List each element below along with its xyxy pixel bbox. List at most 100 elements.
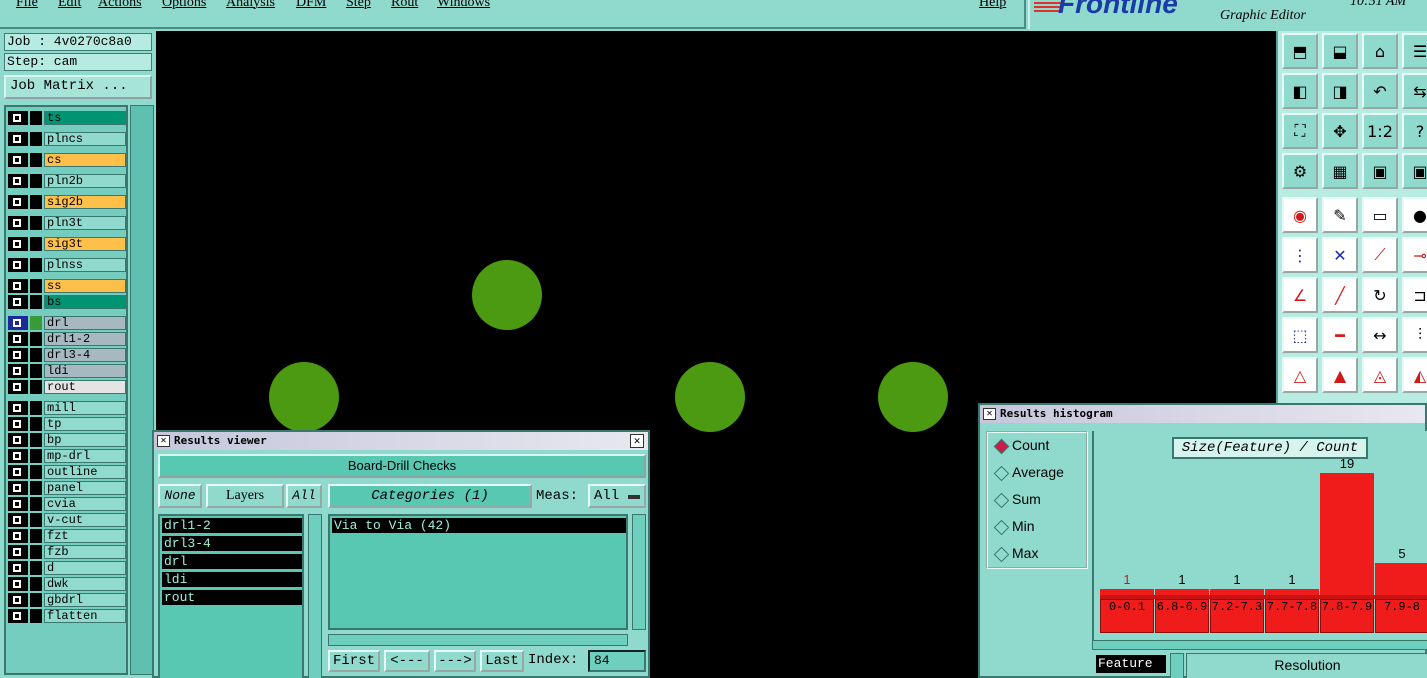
layer-checkbox[interactable]	[8, 364, 28, 378]
layer-row[interactable]: drl	[8, 316, 126, 330]
layer-color-swatch[interactable]	[30, 295, 42, 309]
connect-button[interactable]: ⋮	[1282, 237, 1318, 273]
layer-list-scrollbar[interactable]	[130, 105, 154, 675]
layer-name[interactable]: sig3t	[44, 237, 126, 251]
feature-scrollbar[interactable]	[1170, 653, 1184, 678]
mode-radio-sum[interactable]: Sum	[992, 491, 1041, 507]
layer-row[interactable]: bs	[8, 295, 126, 309]
menu-dfm[interactable]: DFM	[296, 0, 326, 11]
results-layer-item[interactable]: drl1-2	[162, 518, 302, 533]
layer-color-swatch[interactable]	[30, 316, 42, 330]
area2-button[interactable]: ◭	[1402, 357, 1427, 393]
layer-checkbox[interactable]	[8, 380, 28, 394]
layer-row[interactable]: rout	[8, 380, 126, 394]
mode-radio-count[interactable]: Count	[992, 437, 1049, 453]
layer-checkbox[interactable]	[8, 449, 28, 463]
layer-row[interactable]: dwk	[8, 577, 126, 591]
layer-name[interactable]: dwk	[44, 577, 126, 591]
layer-name[interactable]: sig2b	[44, 195, 126, 209]
layer-color-swatch[interactable]	[30, 380, 42, 394]
layer-color-swatch[interactable]	[30, 433, 42, 447]
next-button[interactable]: --->	[434, 650, 476, 672]
layer-color-swatch[interactable]	[30, 258, 42, 272]
layer-row[interactable]: ss	[8, 279, 126, 293]
layer-color-swatch[interactable]	[30, 481, 42, 495]
layer-row[interactable]: gbdrl	[8, 593, 126, 607]
layer-row[interactable]: plncs	[8, 132, 126, 146]
layer-row[interactable]: bp	[8, 433, 126, 447]
pan-right-button[interactable]: ◨	[1322, 73, 1358, 109]
pan-left-button[interactable]: ◧	[1282, 73, 1318, 109]
layer-checkbox[interactable]	[8, 195, 28, 209]
layer-row[interactable]: fzb	[8, 545, 126, 559]
layer-row[interactable]: sig3t	[8, 237, 126, 251]
category-horizontal-scrollbar[interactable]	[328, 634, 628, 646]
histogram-bar[interactable]	[1265, 589, 1319, 595]
layers-none-button[interactable]: None	[158, 484, 202, 508]
layer-checkbox[interactable]	[8, 174, 28, 188]
results-viewer-titlebar[interactable]: ✕ Results viewer ✕	[154, 432, 648, 450]
route-button[interactable]: ⟋	[1362, 237, 1398, 273]
menu-analysis[interactable]: Analysis	[226, 0, 275, 11]
layer-checkbox[interactable]	[8, 577, 28, 591]
drill-pad[interactable]	[472, 260, 542, 330]
layer-name[interactable]: tp	[44, 417, 126, 431]
layer-row[interactable]: tp	[8, 417, 126, 431]
arc-button[interactable]: ↻	[1362, 277, 1398, 313]
layer-checkbox[interactable]	[8, 295, 28, 309]
layer-checkbox[interactable]	[8, 153, 28, 167]
layer-name[interactable]: fzb	[44, 545, 126, 559]
bar-category-label[interactable]: 7.9-8	[1375, 599, 1427, 633]
layer-color-swatch[interactable]	[30, 593, 42, 607]
layer-row[interactable]: drl1-2	[8, 332, 126, 346]
layer-row[interactable]: cs	[8, 153, 126, 167]
results-layer-item[interactable]: drl	[162, 554, 302, 569]
prev-button[interactable]: <---	[384, 650, 430, 672]
zoom-fit-button[interactable]: ⛶	[1282, 113, 1318, 149]
layer-color-swatch[interactable]	[30, 279, 42, 293]
layer-checkbox[interactable]	[8, 348, 28, 362]
layer-row[interactable]: flatten	[8, 609, 126, 623]
layer-name[interactable]: cs	[44, 153, 126, 167]
layer-color-swatch[interactable]	[30, 529, 42, 543]
layer-row[interactable]: mp-drl	[8, 449, 126, 463]
layer-name[interactable]: rout	[44, 380, 126, 394]
layer-name[interactable]: mill	[44, 401, 126, 415]
results-layer-item[interactable]: drl3-4	[162, 536, 302, 551]
layer-color-swatch[interactable]	[30, 513, 42, 527]
layer-name[interactable]: panel	[44, 481, 126, 495]
layer-name[interactable]: cvia	[44, 497, 126, 511]
layer-name[interactable]: drl3-4	[44, 348, 126, 362]
bar-category-label[interactable]: 0-0.1	[1100, 599, 1154, 633]
first-button[interactable]: First	[328, 650, 380, 672]
layer-name[interactable]: ss	[44, 279, 126, 293]
histogram-bar[interactable]	[1375, 563, 1427, 595]
board2-button[interactable]: ▣	[1402, 153, 1427, 189]
ruler-button[interactable]: ▭	[1362, 197, 1398, 233]
layer-color-swatch[interactable]	[30, 449, 42, 463]
layer-color-swatch[interactable]	[30, 577, 42, 591]
edit-button[interactable]: ✎	[1322, 197, 1358, 233]
layer-color-swatch[interactable]	[30, 132, 42, 146]
menu-file[interactable]: File	[16, 0, 38, 11]
menu-help[interactable]: Help	[979, 0, 1006, 11]
layer-checkbox[interactable]	[8, 465, 28, 479]
house-button[interactable]: ⌂	[1362, 33, 1398, 69]
grid-button[interactable]: ▦	[1322, 153, 1358, 189]
histogram-bar[interactable]	[1210, 589, 1264, 595]
line-button[interactable]: ╱	[1322, 277, 1358, 313]
mode-radio-max[interactable]: Max	[992, 545, 1038, 561]
results-layer-item[interactable]: rout	[162, 590, 302, 605]
window-menu-icon[interactable]: ✕	[157, 435, 170, 447]
bar-category-label[interactable]: 7.8-7.9	[1320, 599, 1374, 633]
bar-category-label[interactable]: 6.8-6.9	[1155, 599, 1209, 633]
layer-row[interactable]: outline	[8, 465, 126, 479]
layer-checkbox[interactable]	[8, 609, 28, 623]
layer-name[interactable]: bp	[44, 433, 126, 447]
layer-name[interactable]: drl1-2	[44, 332, 126, 346]
histogram-bar[interactable]	[1155, 589, 1209, 595]
results-layer-item[interactable]: ldi	[162, 572, 302, 587]
category-item-via-to-via[interactable]: Via to Via (42)	[332, 518, 626, 533]
menu-rout[interactable]: Rout	[391, 0, 418, 11]
layer-name[interactable]: plncs	[44, 132, 126, 146]
